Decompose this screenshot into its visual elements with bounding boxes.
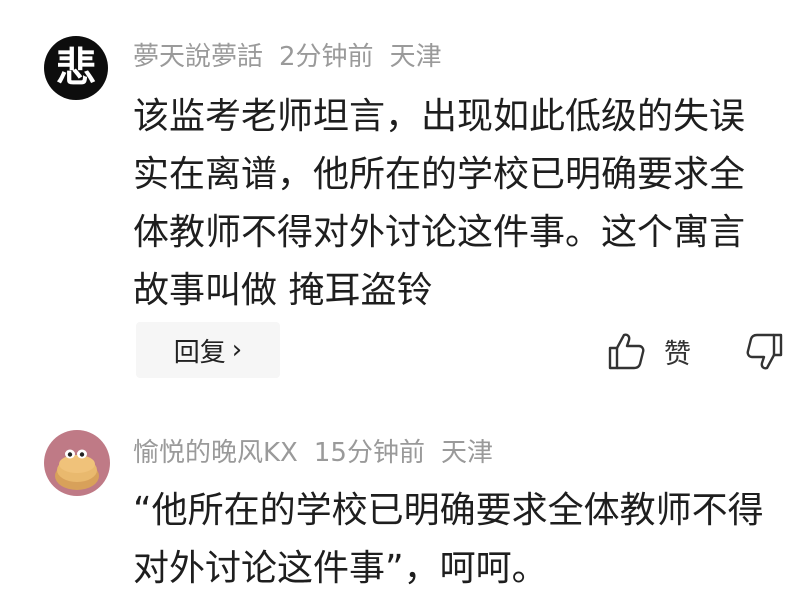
timestamp: 2分钟前 — [279, 42, 374, 72]
thumbs-down-icon — [746, 333, 783, 370]
location: 天津 — [440, 438, 493, 468]
avatar-cake-icon — [55, 449, 99, 490]
chevron-right-icon: › — [231, 335, 243, 365]
thumbs-up-icon — [608, 333, 645, 370]
avatar-glyph: 悲 — [56, 44, 96, 91]
avatar[interactable]: 悲 — [44, 36, 108, 100]
username[interactable]: 愉悦的晚风KX — [133, 438, 298, 468]
dislike-button[interactable] — [745, 332, 785, 372]
comment-text: 该监考老师坦言，出现如此低级的失误实在离谱，他所在的学校已明确要求全体教师不得对… — [133, 96, 746, 311]
timestamp: 15分钟前 — [313, 438, 425, 468]
avatar[interactable] — [44, 430, 110, 496]
location: 天津 — [389, 42, 442, 72]
comment-meta: 愉悦的晚风KX 15分钟前 天津 — [133, 440, 509, 466]
like-button[interactable]: 赞 — [606, 330, 691, 372]
reply-button[interactable]: 回复 › — [136, 322, 280, 378]
comment-text: “他所在的学校已明确要求全体教师不得对外讨论这件事”，呵呵。 — [133, 490, 764, 589]
reply-label: 回复 — [173, 337, 226, 368]
comment-meta: 夢天說夢話 2分钟前 天津 — [133, 44, 458, 70]
username[interactable]: 夢天說夢話 — [133, 42, 263, 72]
like-label: 赞 — [664, 338, 691, 370]
